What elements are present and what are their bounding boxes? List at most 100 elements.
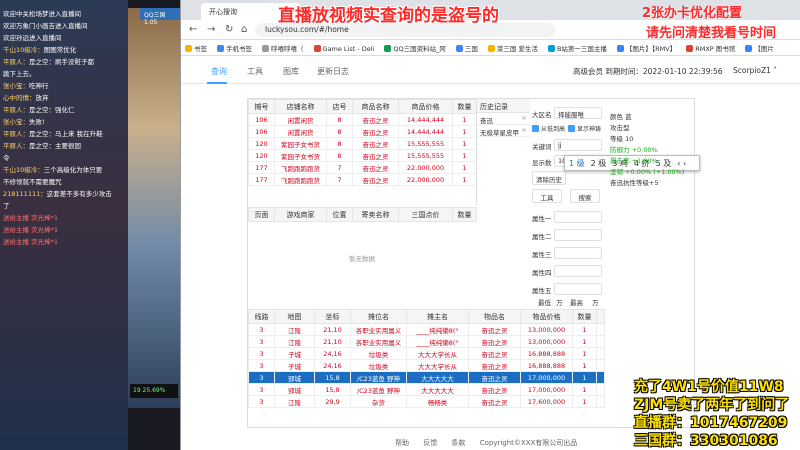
keyword-input[interactable]: jj	[554, 139, 602, 151]
column-header[interactable]: 商品价格	[398, 99, 453, 114]
bookmark-item[interactable]: 手机书签	[217, 43, 252, 53]
attribute-input[interactable]	[554, 283, 602, 295]
ime-candidate[interactable]: 2 极	[591, 159, 607, 168]
bookmark-item[interactable]: RMXP 图书馆	[686, 43, 735, 53]
column-header[interactable]: 摊主名	[406, 309, 469, 324]
chat-text: 了	[3, 202, 10, 210]
bookmark-item[interactable]: 呼嘻呼嘻（	[262, 43, 304, 53]
column-header[interactable]: 数量	[452, 207, 477, 222]
bookmark-item[interactable]: 三国	[455, 43, 478, 53]
table-cell: 奋迅之灵	[468, 335, 521, 348]
bookmark-item[interactable]: B站第一三国主播	[547, 43, 607, 53]
chat-message: 平原人：是之空：主要很固	[0, 140, 128, 152]
table-cell: 奋迅之灵	[352, 113, 399, 126]
history-item[interactable]: 奋迅 ×	[477, 113, 530, 125]
column-header[interactable]: 三国点价	[398, 207, 453, 222]
server-select-value: 择能服唯	[558, 111, 584, 119]
column-header[interactable]: 地图	[274, 309, 315, 324]
column-header[interactable]: 店铺名称	[274, 99, 327, 114]
nav-tools[interactable]: 工具	[247, 66, 263, 77]
clear-history-button[interactable]: 清除历史	[532, 171, 566, 185]
column-header[interactable]: 线路	[248, 309, 275, 324]
overlay-bottom-4: 三国群：330301086	[634, 433, 778, 449]
chat-nick: 218111111：	[3, 190, 47, 198]
bookmark-item[interactable]: 书签	[185, 43, 207, 53]
table-row[interactable]: 106 闲置闲货 8 奋迅之灵 14,444,444 1	[248, 113, 477, 126]
table-row[interactable]: 3 郢城 15,8/C23蓝鱼 野神 大大大大大 奋迅之灵 17,000,000 1	[248, 371, 605, 384]
bookmark-item[interactable]: 菜三国 爱生活	[487, 43, 538, 53]
table-cell: 3	[248, 383, 275, 396]
search-button[interactable]: 搜索	[570, 189, 600, 203]
scrollbar-cell	[596, 335, 605, 348]
table-cell: 飞跑跑跑跑货	[274, 161, 327, 174]
max-price-label: 最高	[570, 299, 583, 307]
server-select[interactable]: 择能服唯	[554, 107, 602, 119]
reload-icon[interactable]: ↻	[225, 24, 233, 35]
nav-gallery[interactable]: 图库	[283, 66, 299, 77]
checkbox-ascending[interactable]: 从低到高	[532, 124, 565, 133]
table-cell: 3	[248, 347, 275, 360]
table-row[interactable]: 3 子城 24,16 垃圾类 大大大学长从 奋迅之灵 16,888,888 1	[248, 359, 605, 372]
column-header[interactable]: 物品价格	[520, 309, 573, 324]
back-icon[interactable]: ←	[189, 24, 197, 35]
column-header[interactable]: 寄卖名称	[352, 207, 399, 222]
table-row[interactable]: 3 郢城 15,8/C23蓝鱼 野神 大大大大大 奋迅之灵 17,000,000 1	[248, 383, 605, 396]
column-header[interactable]: 店号	[326, 99, 353, 114]
display-count-label: 显示数	[532, 159, 552, 167]
checkbox-divine-label: 显示神铸	[577, 126, 602, 133]
ime-candidate[interactable]: 1 级	[569, 159, 585, 168]
column-header[interactable]: 位置	[326, 207, 353, 222]
chat-message: 平原人：是之空：马上来 我在升鞋	[0, 128, 128, 140]
home-icon[interactable]: ⌂	[241, 24, 247, 35]
bookmark-favicon-icon	[262, 45, 269, 52]
close-icon[interactable]: ×	[522, 114, 527, 122]
close-icon[interactable]: ×	[522, 126, 527, 134]
table-cell: 7	[326, 173, 353, 186]
chat-text: 图图常优化	[43, 46, 77, 54]
history-item[interactable]: 无极草星皮甲 ×	[477, 125, 530, 137]
table-cell: /C23蓝鱼 野神	[350, 371, 407, 384]
bookmark-item[interactable]: 【图片	[745, 43, 774, 53]
attribute-input[interactable]	[554, 265, 602, 277]
column-header[interactable]: 页面	[248, 207, 275, 222]
table-row[interactable]: 177 飞跑跑跑跑货 7 奋迅之灵 22,000,000 1	[248, 173, 477, 186]
attribute-input[interactable]	[554, 211, 602, 223]
bookmark-item[interactable]: QQ三国资料站_阿	[384, 43, 446, 53]
nav-query[interactable]: 查询	[211, 66, 227, 77]
column-header[interactable]: 数量	[572, 309, 597, 324]
table-row[interactable]: 120 紫园子女书货 8 奋迅之灵 15,555,555 1	[248, 137, 477, 150]
column-header[interactable]: 数量	[452, 99, 477, 114]
attribute-input[interactable]	[554, 247, 602, 259]
bookmark-item[interactable]: 【图片】【RMV】	[616, 43, 676, 53]
table-row[interactable]: 3 江陵 21,10 各职业实用属义 ____纯纯懒8(° 奋迅之灵 13,000,000 1	[248, 323, 605, 336]
footer-help-link[interactable]: 帮助	[395, 439, 409, 447]
table-cell: 24,16	[314, 359, 351, 372]
table-cell: 各职业实用属义	[350, 323, 407, 336]
chat-text: 欢迎孙远进入直播间	[3, 34, 62, 42]
table-cell: 106	[248, 125, 275, 138]
user-menu[interactable]: ScorpioZ1 ˅	[733, 66, 777, 75]
chat-text: 跳下上去。	[3, 70, 36, 78]
column-header[interactable]: 摊号	[248, 99, 275, 114]
table-row[interactable]: 106 闲置闲货 8 奋迅之灵 14,444,444 1	[248, 125, 477, 138]
table-row[interactable]: 3 江陵 21,10 各职业实用属义 ____纯纯懒8(° 奋迅之灵 13,000,000 1	[248, 335, 605, 348]
table-row[interactable]: 120 紫园子女书货 8 奋迅之灵 15,555,555 1	[248, 149, 477, 162]
column-header[interactable]: 坐标	[314, 309, 351, 324]
column-header[interactable]: 商品名称	[352, 99, 399, 114]
table-row[interactable]: 177 飞跑跑跑跑货 7 奋迅之灵 22,000,000 1	[248, 161, 477, 174]
checkbox-divine[interactable]: 显示神铸	[568, 124, 601, 133]
table-cell: 大大大学长从	[406, 347, 469, 360]
table-row[interactable]: 3 子城 24,16 垃圾类 大大大学长从 奋迅之灵 16,888,888 1	[248, 347, 605, 360]
attribute-input[interactable]	[554, 229, 602, 241]
column-header[interactable]: 摊位名	[350, 309, 407, 324]
forward-icon[interactable]: →	[207, 24, 215, 35]
column-header[interactable]: 游戏商家	[274, 207, 327, 222]
tools-button[interactable]: 工具	[532, 189, 562, 203]
footer-feedback-link[interactable]: 反馈	[423, 439, 437, 447]
nav-changelog[interactable]: 更新日志	[317, 66, 349, 77]
table-row[interactable]: 3 江陵 29,9 杂货 畅畅类 奋迅之灵 17,600,000 1	[248, 395, 605, 408]
footer-terms-link[interactable]: 条款	[451, 439, 465, 447]
bookmark-item[interactable]: Game List - Deli	[313, 45, 374, 53]
chat-message: 送给主播 荧光棒*1	[0, 236, 128, 248]
column-header[interactable]: 物品名	[468, 309, 521, 324]
